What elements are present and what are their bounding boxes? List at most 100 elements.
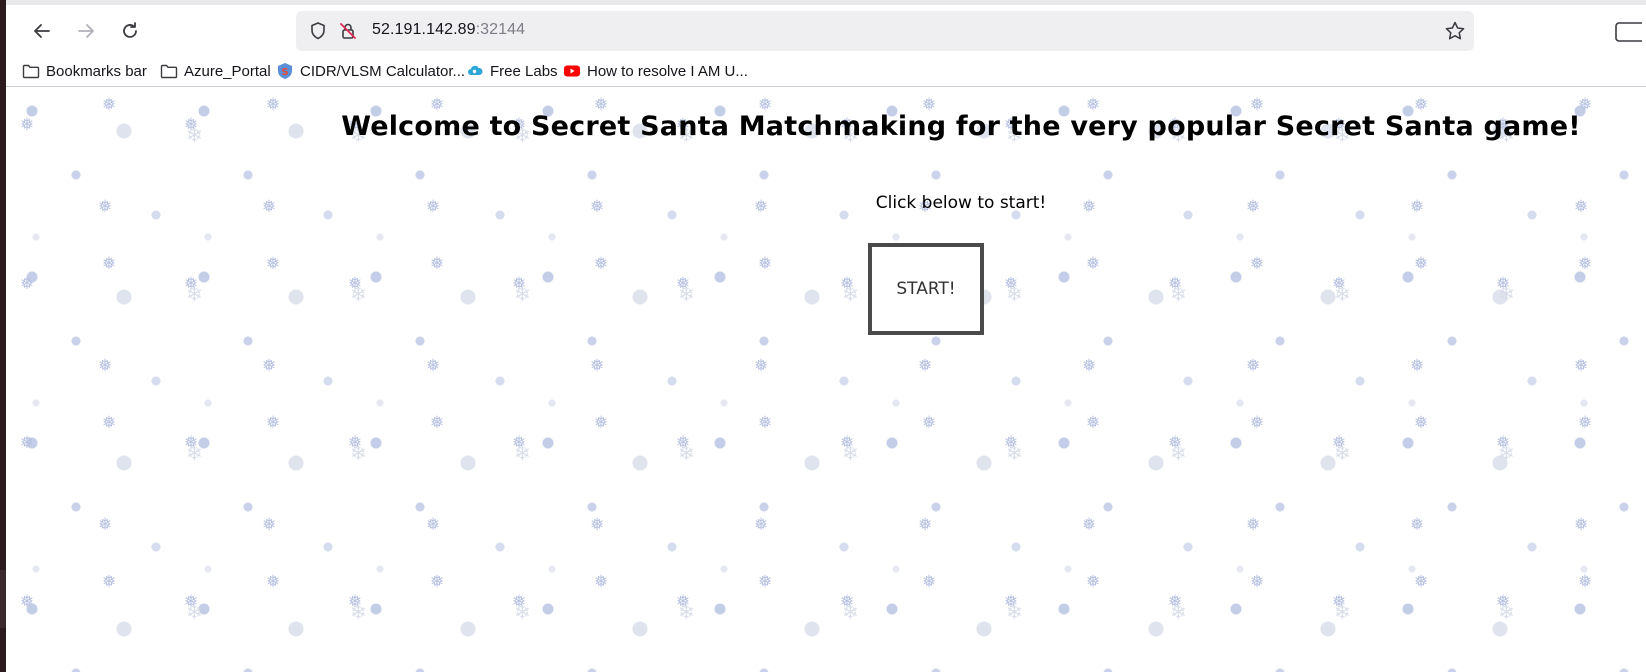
snowflake-icon: ❅ [754,356,769,376]
snowflake-icon: ❅ [184,274,199,294]
snowflake-icon: ❅ [1578,572,1593,592]
snowflake-icon: ❅ [840,433,855,453]
url-host: 52.191.142.89 [372,21,476,38]
snowflake-icon: ❅ [1332,592,1347,612]
snowflake-icon: ❅ [1168,274,1183,294]
snowflake-icon: ❅ [840,274,855,294]
snowflake-icon: ❅ [594,413,609,433]
snowflake-icon: ❅ [1004,274,1019,294]
bookmark-label: CIDR/VLSM Calculator... [300,62,466,80]
bookmark-folder-azure-portal[interactable]: Azure_Portal [160,60,271,82]
snowflake-icon: ❅ [1496,433,1511,453]
arrow-right-icon [78,24,94,38]
snowflake-icon: ❅ [20,274,35,294]
snowflake-icon: ❅ [676,592,691,612]
reload-button[interactable] [114,15,146,47]
shield-icon[interactable] [308,21,328,41]
snowflake-icon: ❅ [594,254,609,274]
snowflake-icon: ❅ [676,433,691,453]
bookmark-label: Free Labs [490,62,558,80]
snowflake-icon: ❅ [1250,254,1265,274]
snowflake-icon: ❅ [1250,572,1265,592]
snowflake-icon: ❅ [1082,515,1097,535]
snowflake-icon: ❅ [1414,572,1429,592]
snowflake-icon: ❅ [262,356,277,376]
address-bar[interactable]: 52.191.142.89:32144 [296,11,1474,51]
snowflake-icon: ❅ [1414,413,1429,433]
snowflake-icon: ❅ [1414,254,1429,274]
snowflake-icon: ❅ [512,433,527,453]
snowflake-icon: ❅ [102,254,117,274]
cloud-favicon-icon [468,65,483,75]
bookmark-label: How to resolve I AM U... [587,62,748,80]
browser-toolbar: 52.191.142.89:32144 [6,0,1646,56]
snowflake-icon: ❅ [1246,356,1261,376]
folder-icon [160,64,178,79]
url-port: :32144 [475,21,526,38]
snowflake-icon: ❅ [426,515,441,535]
bookmark-youtube-video[interactable]: How to resolve I AM U... [563,60,748,82]
subnet-favicon-icon: S [278,63,292,79]
snowflake-icon: ❅ [98,356,113,376]
snowflake-icon: ❅ [922,413,937,433]
back-button[interactable] [26,15,58,47]
arrow-left-icon [34,24,50,38]
snowflake-icon: ❅ [1250,413,1265,433]
snowflake-icon: ❅ [758,572,773,592]
snowflake-icon: ❅ [1168,433,1183,453]
snowflake-icon: ❅ [918,515,933,535]
snowflake-icon: ❅ [430,413,445,433]
snowflake-icon: ❅ [1496,592,1511,612]
bookmark-free-labs[interactable]: Free Labs [466,60,558,82]
reload-icon [123,22,137,38]
snowflake-icon: ❅ [590,356,605,376]
bookmark-cidr-calculator[interactable]: S CIDR/VLSM Calculator... [276,60,465,82]
snowflake-icon: ❅ [1332,274,1347,294]
snowflake-icon: ❅ [512,274,527,294]
snowflake-icon: ❅ [594,572,609,592]
snowflake-icon: ❅ [1168,592,1183,612]
snowflake-icon: ❅ [758,413,773,433]
page-subtitle: Click below to start! [875,193,1047,213]
snowflake-icon: ❅ [348,592,363,612]
star-icon[interactable] [1444,20,1466,42]
snowflake-icon: ❅ [266,413,281,433]
snowflake-icon: ❅ [1082,356,1097,376]
snowflake-icon: ❅ [430,572,445,592]
snowflake-icon: ❅ [266,254,281,274]
secret-santa-page: ❅❅❄❅❅❅❄❅❅❅❄❅❅❅❄❅❅❅❄❅❅❅❄❅❅❅❄❅❅❅❄❅❅❅❄❅❅❅❄❅… [6,87,1646,672]
snowflake-icon: ❅ [1496,274,1511,294]
snowflake-icon: ❅ [98,515,113,535]
snowflake-icon: ❅ [758,254,773,274]
snowflake-icon: ❅ [102,413,117,433]
snowflake-icon: ❅ [676,274,691,294]
insecure-lock-icon[interactable] [338,21,358,41]
snowflake-icon: ❅ [1332,433,1347,453]
bookmark-label: Bookmarks bar [46,62,147,80]
snowflake-icon: ❅ [262,515,277,535]
snowflake-icon: ❅ [1578,413,1593,433]
page-title: Welcome to Secret Santa Matchmaking for … [341,111,1581,142]
toolbar-extension-icon[interactable] [1612,21,1642,43]
snowflake-icon: ❅ [102,572,117,592]
snowflake-icon: ❅ [1246,515,1261,535]
bookmark-folder-bookmarks-bar[interactable]: Bookmarks bar [22,60,147,82]
snowflake-icon: ❅ [184,433,199,453]
snowflake-icon: ❅ [1410,515,1425,535]
forward-button[interactable] [70,15,102,47]
svg-text:S: S [281,67,288,78]
snowflake-icon: ❅ [20,592,35,612]
snowflake-icon: ❅ [430,254,445,274]
start-button[interactable]: START! [868,243,984,335]
snowflake-icon: ❅ [1004,433,1019,453]
snowflake-icon: ❅ [348,274,363,294]
bookmark-label: Azure_Portal [184,62,271,80]
snowflake-icon: ❅ [1004,592,1019,612]
bookmarks-bar: Bookmarks bar Azure_Portal S CIDR/VLSM C… [6,56,1646,87]
snowflake-icon: ❅ [1578,254,1593,274]
snowflake-icon: ❅ [348,433,363,453]
snowflake-icon: ❅ [918,356,933,376]
browser-window: 52.191.142.89:32144 Bookmarks bar Azure_… [6,0,1646,672]
url-text[interactable]: 52.191.142.89:32144 [372,21,525,39]
snowflake-icon: ❅ [512,592,527,612]
